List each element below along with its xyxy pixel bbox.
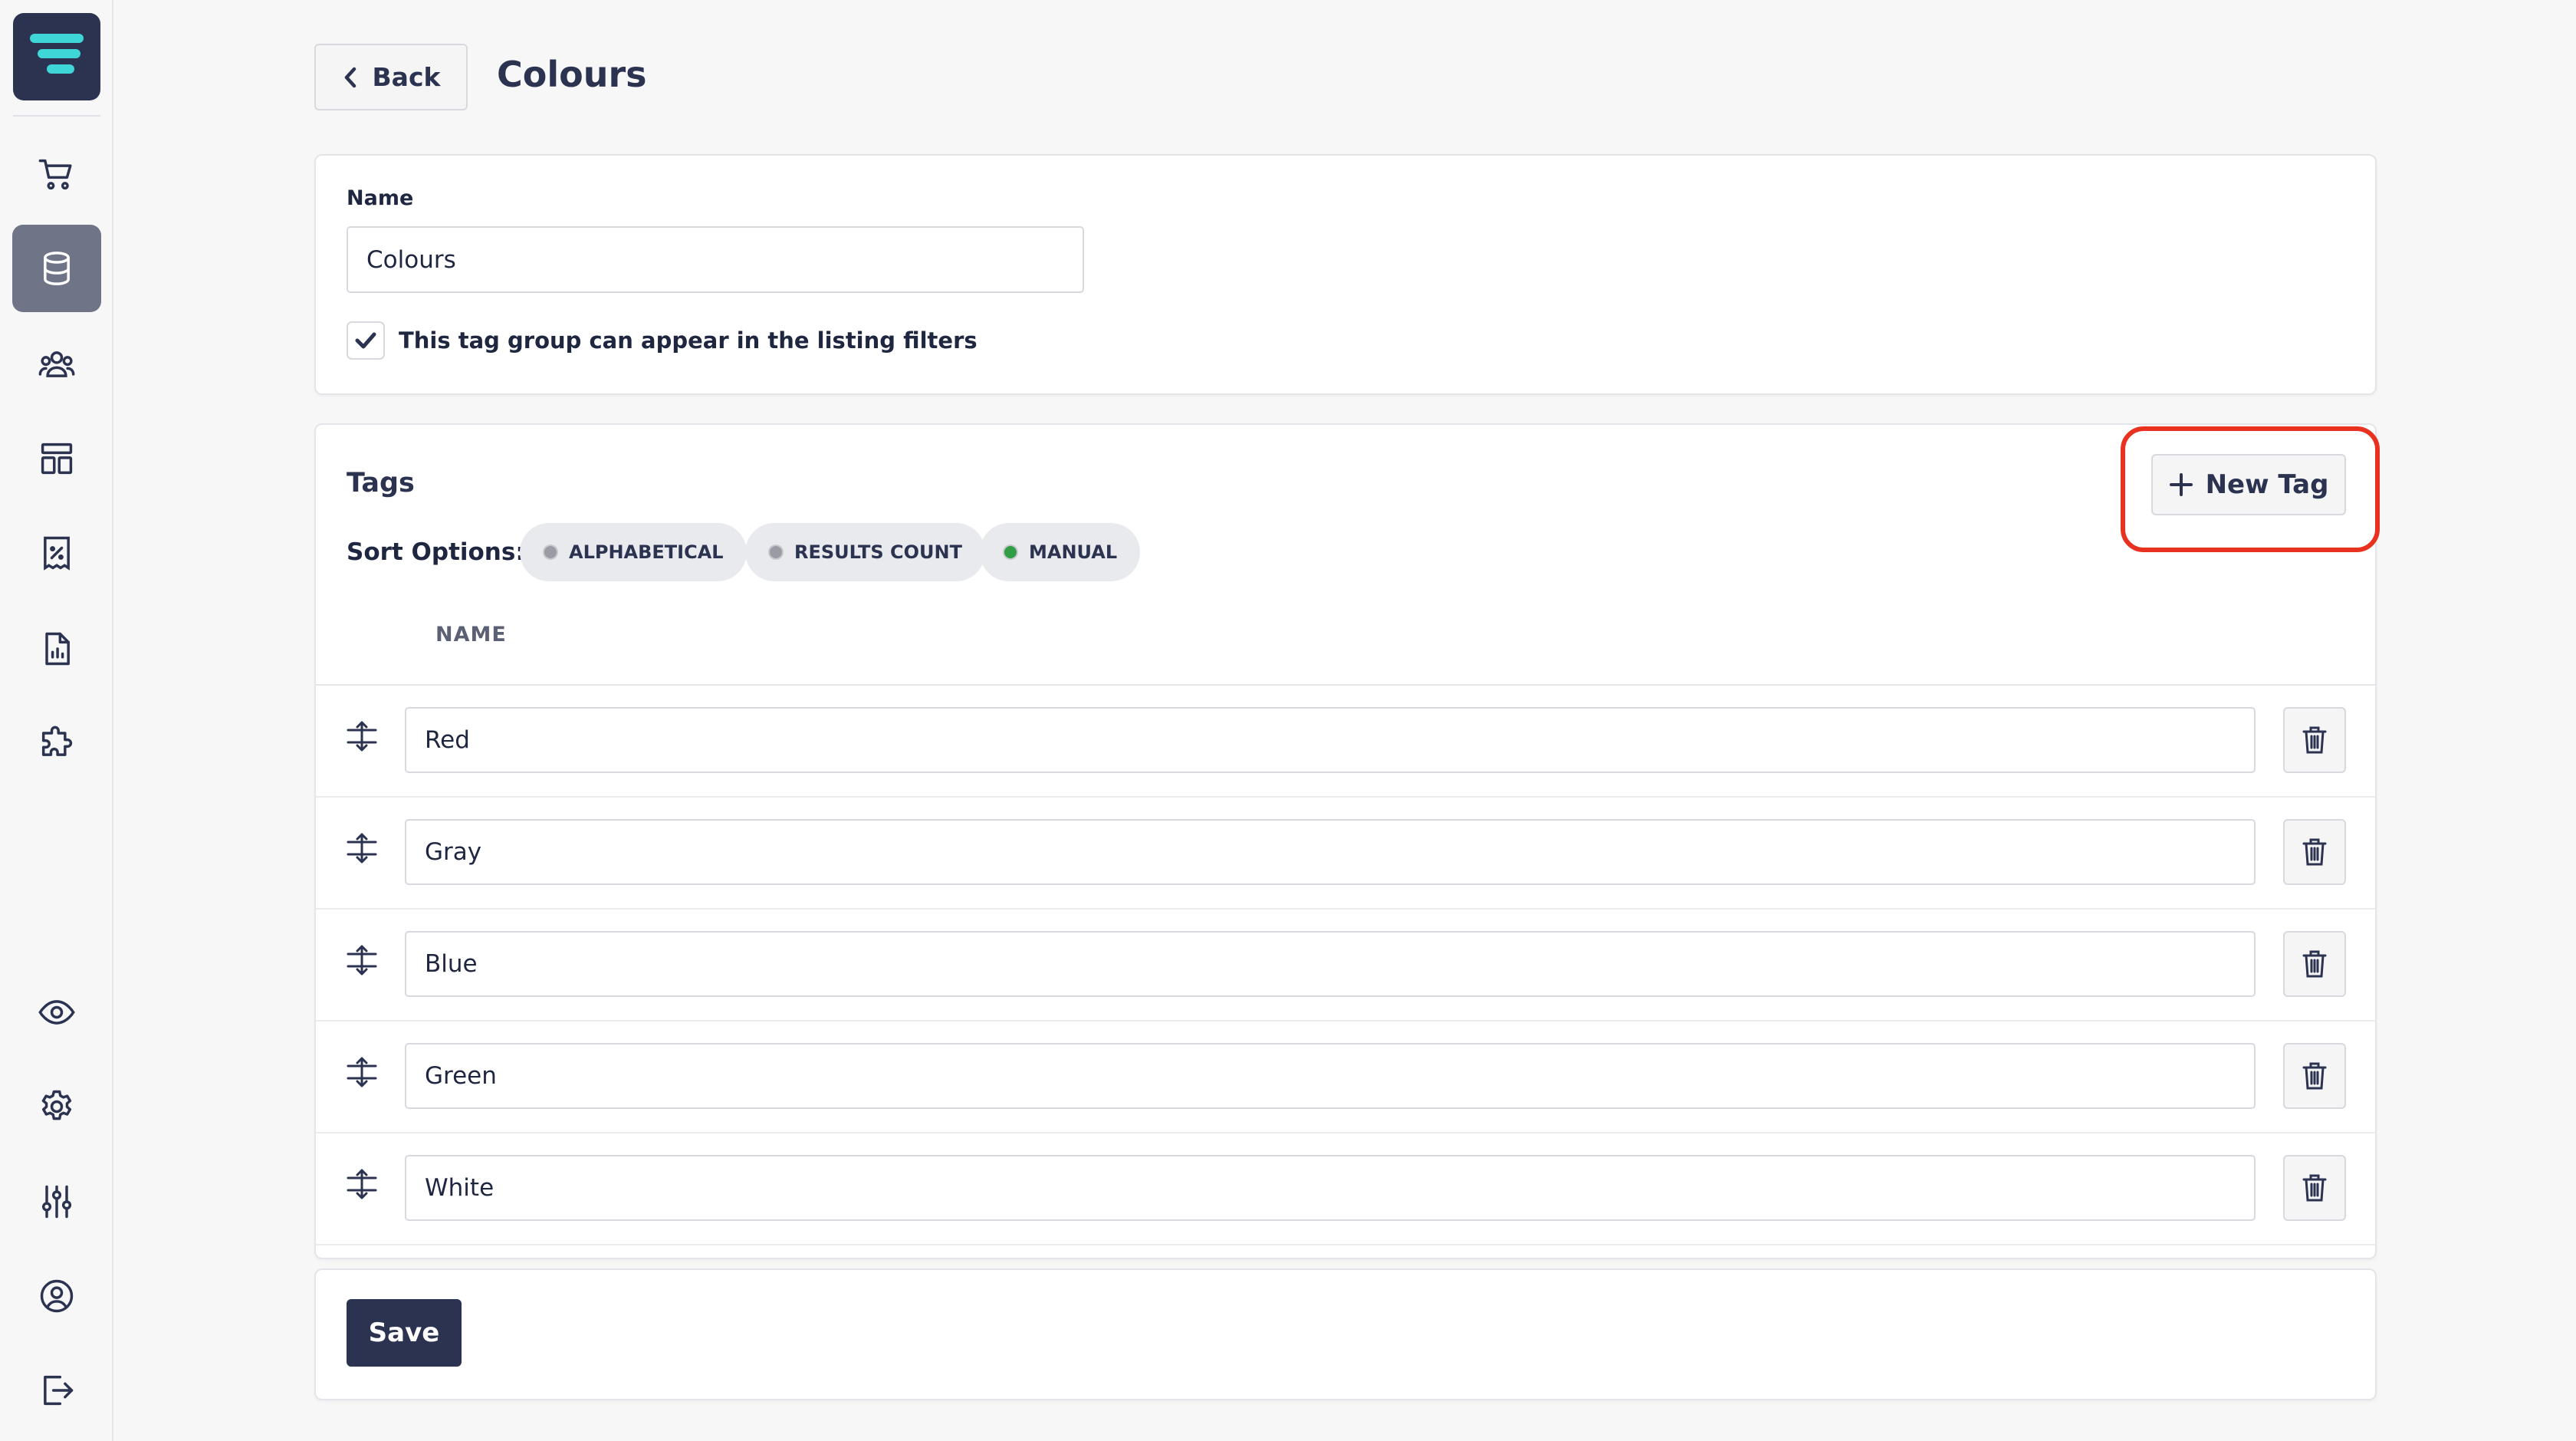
drag-handle-icon[interactable] [345,1169,379,1199]
sort-alphabetical-chip[interactable]: ALPHABETICAL [520,523,747,581]
tag-name-input[interactable] [405,1043,2256,1109]
listing-filters-checkbox[interactable] [347,321,385,360]
save-button[interactable]: Save [347,1299,462,1367]
database-icon [44,252,70,285]
drag-handle-icon[interactable] [345,833,379,864]
nav-reports[interactable] [12,605,101,693]
drag-handle-icon[interactable] [345,1057,379,1087]
drag-handle-icon[interactable] [345,721,379,752]
back-button[interactable]: Back [314,44,468,110]
cart-icon [38,159,72,190]
tag-row [316,910,2375,1022]
tag-name-input[interactable] [405,707,2256,773]
save-card: Save [314,1268,2377,1400]
sort-results-count-label: RESULTS COUNT [794,541,962,563]
sort-manual-label: MANUAL [1029,541,1118,563]
delete-tag-button[interactable] [2283,1043,2346,1109]
drag-handle-icon[interactable] [345,945,379,975]
discount-receipt-icon [44,536,70,571]
nav-preview[interactable] [12,969,101,1056]
tag-group-details-card: Name This tag group can appear in the li… [314,154,2377,395]
gear-icon [41,1090,72,1120]
inactive-dot [768,544,784,560]
nav-settings[interactable] [12,1063,101,1150]
nav-users[interactable] [12,321,101,408]
nav-layout[interactable] [12,415,101,502]
trash-icon [2302,950,2327,978]
tags-card: Tags New Tag Sort Options: ALPHABETICAL … [314,423,2377,1259]
new-tag-highlight [2121,426,2380,552]
active-dot [1003,544,1018,560]
sort-results-count-chip[interactable]: RESULTS COUNT [745,523,985,581]
sidebar [0,0,113,1441]
tag-row [316,686,2375,798]
delete-tag-button[interactable] [2283,931,2346,997]
back-button-label: Back [372,62,441,92]
tag-row [316,798,2375,910]
tag-row [316,1133,2375,1245]
layout-icon [41,442,73,475]
report-icon [45,632,70,666]
trash-icon [2302,1062,2327,1090]
inactive-dot [543,544,558,560]
tags-title: Tags [347,468,415,498]
sliders-icon [41,1185,72,1219]
nav-account[interactable] [12,1252,101,1340]
sidebar-divider [13,115,100,117]
name-label: Name [347,186,414,210]
delete-tag-button[interactable] [2283,1155,2346,1221]
trash-icon [2302,1174,2327,1202]
user-circle-icon [40,1279,74,1313]
users-icon [38,351,75,377]
sort-manual-chip[interactable]: MANUAL [980,523,1141,581]
trash-icon [2302,838,2327,866]
logo-icon [30,34,84,74]
sort-alphabetical-label: ALPHABETICAL [569,541,724,563]
nav-preferences[interactable] [12,1158,101,1245]
logout-icon [44,1375,74,1406]
delete-tag-button[interactable] [2283,707,2346,773]
nav-shop[interactable] [12,130,101,218]
page-title: Colours [497,54,647,95]
name-column-header: NAME [435,623,507,646]
tag-name-input[interactable] [405,819,2256,885]
chevron-left-icon [344,67,356,87]
eye-icon [38,1000,75,1025]
listing-filters-label: This tag group can appear in the listing… [399,327,978,354]
checkmark-icon [355,332,376,349]
nav-logout[interactable] [12,1347,101,1434]
nav-discounts[interactable] [12,509,101,597]
sort-options-label: Sort Options: [347,538,525,566]
nav-integrations[interactable] [12,699,101,787]
tag-row [316,1022,2375,1133]
tag-name-input[interactable] [405,1155,2256,1221]
trash-icon [2302,726,2327,754]
tag-name-input[interactable] [405,931,2256,997]
puzzle-icon [41,725,73,756]
nav-catalog[interactable] [12,225,101,312]
delete-tag-button[interactable] [2283,819,2346,885]
app-logo[interactable] [13,13,100,100]
name-input[interactable] [347,226,1084,293]
